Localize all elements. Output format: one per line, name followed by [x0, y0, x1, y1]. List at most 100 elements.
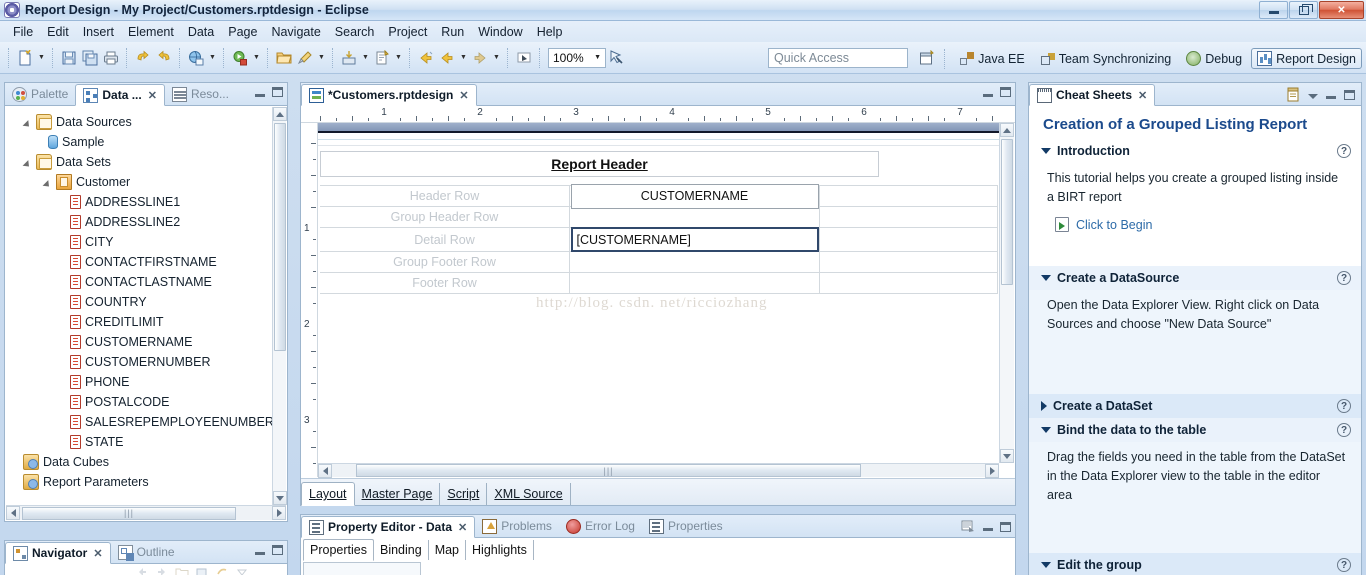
- help-icon[interactable]: ?: [1337, 423, 1351, 437]
- row-cell[interactable]: [570, 273, 820, 293]
- row-cell-empty[interactable]: [820, 228, 998, 251]
- perspective-debug[interactable]: Debug: [1180, 48, 1248, 69]
- expand-twisty-icon[interactable]: [23, 117, 34, 128]
- close-icon[interactable]: ✕: [459, 89, 468, 102]
- property-list-box[interactable]: [303, 562, 421, 575]
- data-explorer-horizontal-scrollbar[interactable]: |||: [6, 505, 286, 520]
- view-menu-icon[interactable]: [1308, 94, 1318, 99]
- tree-item-column[interactable]: CUSTOMERNUMBER: [5, 352, 287, 372]
- table-row-group-header[interactable]: Group Header Row: [320, 206, 998, 227]
- editor-vertical-scrollbar[interactable]: [999, 123, 1014, 463]
- scroll-up-button[interactable]: [1000, 123, 1014, 137]
- menu-search[interactable]: Search: [328, 23, 382, 41]
- forward-next-icon[interactable]: [470, 48, 490, 68]
- tab-data-explorer[interactable]: Data ... ✕: [75, 84, 165, 106]
- expand-twisty-icon[interactable]: [43, 177, 54, 188]
- menu-edit[interactable]: Edit: [40, 23, 76, 41]
- tree-item-column[interactable]: SALESREPEMPLOYEENUMBER: [5, 412, 287, 432]
- up-folder-icon[interactable]: [175, 566, 189, 575]
- row-cell-empty[interactable]: [820, 207, 998, 227]
- menu-run[interactable]: Run: [434, 23, 471, 41]
- row-cell-empty[interactable]: [820, 186, 998, 206]
- menu-page[interactable]: Page: [221, 23, 264, 41]
- open-perspective-icon[interactable]: [917, 49, 937, 69]
- tab-property-editor[interactable]: Property Editor - Data ✕: [301, 516, 476, 538]
- scroll-right-button[interactable]: [985, 463, 999, 478]
- table-row-detail[interactable]: Detail Row [CUSTOMERNAME]: [320, 227, 998, 252]
- redo-icon[interactable]: [154, 48, 174, 68]
- tab-error-log[interactable]: Error Log: [559, 515, 642, 537]
- preview-dropdown-icon[interactable]: ▼: [207, 48, 218, 68]
- tree-item-data-cubes[interactable]: Data Cubes: [5, 452, 287, 472]
- forward-dropdown-icon[interactable]: ▼: [491, 48, 502, 68]
- preview-web-icon[interactable]: [186, 48, 206, 68]
- view-menu-icon[interactable]: [235, 566, 249, 575]
- view-menu-icon[interactable]: [961, 519, 976, 534]
- scroll-right-button[interactable]: [272, 506, 286, 520]
- close-icon[interactable]: ✕: [148, 89, 157, 102]
- vertical-ruler[interactable]: 1 2 3: [301, 123, 318, 477]
- cheat-section-introduction[interactable]: Introduction ?: [1029, 139, 1361, 163]
- tree-item-column[interactable]: STATE: [5, 432, 287, 452]
- perspective-java-ee[interactable]: Java EE: [953, 48, 1031, 69]
- row-cell-empty[interactable]: [820, 252, 998, 272]
- subtab-binding[interactable]: Binding: [374, 540, 429, 560]
- row-cell-empty[interactable]: [820, 273, 998, 293]
- forward-icon[interactable]: [155, 566, 169, 575]
- menu-insert[interactable]: Insert: [76, 23, 121, 41]
- pointer-tool-icon[interactable]: [607, 48, 627, 68]
- row-cell[interactable]: [570, 252, 820, 272]
- scroll-down-button[interactable]: [1000, 449, 1014, 463]
- expand-twisty-icon[interactable]: [23, 157, 34, 168]
- subtab-properties[interactable]: Properties: [303, 539, 374, 561]
- tree-item-column[interactable]: ADDRESSLINE1: [5, 192, 287, 212]
- tree-item-report-parameters[interactable]: Report Parameters: [5, 472, 287, 492]
- tab-navigator[interactable]: Navigator ✕: [5, 542, 111, 564]
- cheat-sheet-selection-icon[interactable]: [1286, 87, 1300, 102]
- perspective-team-synchronizing[interactable]: Team Synchronizing: [1034, 48, 1178, 69]
- subtab-highlights[interactable]: Highlights: [466, 540, 534, 560]
- editor-horizontal-scrollbar[interactable]: |||: [318, 463, 999, 478]
- new-file-icon[interactable]: [15, 48, 35, 68]
- row-cell[interactable]: [570, 207, 820, 227]
- table-row-footer[interactable]: Footer Row: [320, 272, 998, 293]
- scrollbar-thumb[interactable]: [274, 123, 286, 351]
- menu-project[interactable]: Project: [381, 23, 434, 41]
- tree-item-sample[interactable]: Sample: [5, 132, 287, 152]
- minimize-button[interactable]: [1259, 1, 1288, 19]
- undo-icon[interactable]: [133, 48, 153, 68]
- table-row-group-footer[interactable]: Group Footer Row: [320, 251, 998, 272]
- run-dropdown-icon[interactable]: ▼: [251, 48, 262, 68]
- cheat-section-create-dataset[interactable]: Create a DataSet ?: [1029, 394, 1361, 418]
- help-icon[interactable]: ?: [1337, 558, 1351, 572]
- scrollbar-thumb[interactable]: [1001, 139, 1013, 285]
- tree-item-data-sources[interactable]: Data Sources: [5, 112, 287, 132]
- row-cell[interactable]: [CUSTOMERNAME]: [570, 227, 820, 252]
- back-dropdown-icon[interactable]: ▼: [458, 48, 469, 68]
- format-brush-icon[interactable]: [295, 48, 315, 68]
- tab-resource-explorer[interactable]: Reso...: [165, 83, 236, 105]
- menu-navigate[interactable]: Navigate: [264, 23, 327, 41]
- tree-item-data-sets[interactable]: Data Sets: [5, 152, 287, 172]
- back-icon[interactable]: [416, 48, 436, 68]
- tree-item-column[interactable]: ADDRESSLINE2: [5, 212, 287, 232]
- tree-item-customer-dataset[interactable]: Customer: [5, 172, 287, 192]
- publish-icon[interactable]: [372, 48, 392, 68]
- publish-dropdown-icon[interactable]: ▼: [393, 48, 404, 68]
- horizontal-ruler[interactable]: 1 2 3 4 5 6 7: [301, 106, 1015, 123]
- header-cell-box[interactable]: CUSTOMERNAME: [570, 183, 819, 209]
- maximize-icon[interactable]: [1344, 89, 1355, 100]
- tab-customers-rptdesign[interactable]: *Customers.rptdesign ✕: [301, 84, 477, 106]
- menu-window[interactable]: Window: [471, 23, 529, 41]
- tree-item-column[interactable]: COUNTRY: [5, 292, 287, 312]
- row-cell[interactable]: CUSTOMERNAME: [570, 183, 820, 209]
- subtab-map[interactable]: Map: [429, 540, 467, 560]
- zoom-combo[interactable]: 100% ▼: [548, 47, 606, 68]
- back-icon[interactable]: [135, 566, 149, 575]
- help-icon[interactable]: ?: [1337, 399, 1351, 413]
- tab-script[interactable]: Script: [440, 483, 488, 505]
- print-icon[interactable]: [101, 48, 121, 68]
- save-icon[interactable]: [59, 48, 79, 68]
- menu-element[interactable]: Element: [121, 23, 181, 41]
- tab-xml-source[interactable]: XML Source: [487, 483, 571, 505]
